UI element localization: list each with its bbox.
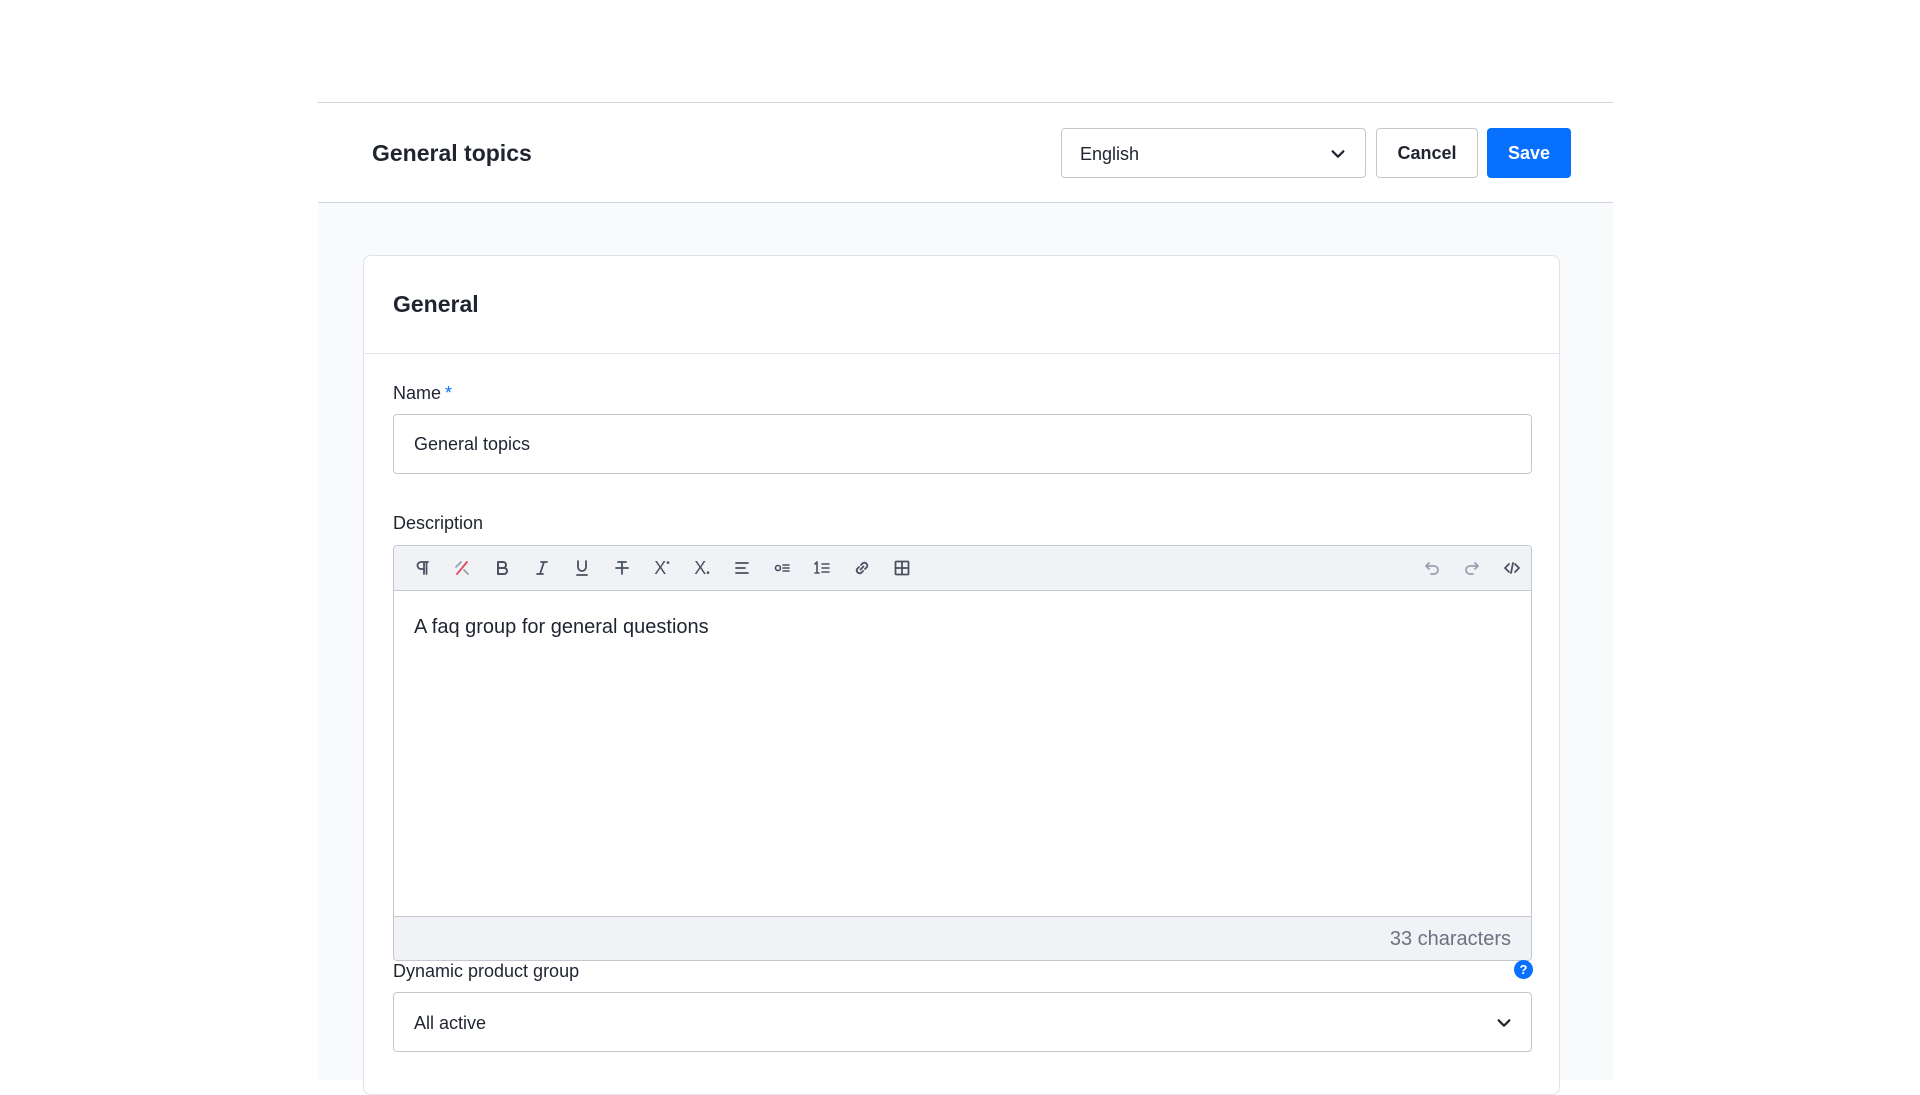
redo-button[interactable]: [1459, 555, 1485, 581]
dynamic-group-label: Dynamic product group: [393, 961, 580, 981]
strikethrough-button[interactable]: [609, 555, 635, 581]
paragraph-button[interactable]: [409, 555, 435, 581]
editor-content[interactable]: A faq group for general questions: [414, 616, 709, 639]
numbered-list-icon: [814, 561, 830, 574]
page-header: General topics English Cancel Save: [318, 103, 1613, 203]
name-label: Name *: [393, 383, 452, 404]
undo-icon: [1425, 562, 1439, 575]
bullet-list-button[interactable]: [769, 555, 795, 581]
link-button[interactable]: [849, 555, 875, 581]
character-count: 33 characters: [1389, 928, 1511, 950]
align-icon: [735, 562, 749, 574]
table-button[interactable]: [889, 555, 915, 581]
name-input[interactable]: [393, 414, 1532, 474]
redo-icon: [1465, 562, 1479, 575]
code-view-button[interactable]: [1499, 555, 1525, 581]
subscript-button[interactable]: X •: [689, 555, 715, 581]
clear-format-icon: [455, 561, 469, 575]
strikethrough-icon: [615, 561, 629, 575]
italic-icon: [536, 561, 548, 575]
name-label-text: Name: [393, 383, 442, 403]
cancel-button[interactable]: Cancel: [1376, 128, 1478, 178]
underline-icon: [576, 560, 588, 576]
card-divider: [364, 353, 1559, 354]
superscript-button[interactable]: X •: [649, 555, 675, 581]
undo-button[interactable]: [1419, 555, 1445, 581]
dynamic-group-select[interactable]: All active: [393, 992, 1532, 1052]
save-button[interactable]: Save: [1487, 128, 1571, 178]
align-button[interactable]: [729, 555, 755, 581]
chevron-down-icon: [1331, 150, 1345, 158]
numbered-list-button[interactable]: [809, 555, 835, 581]
dynamic-group-value: All active: [414, 1013, 487, 1033]
description-editor: X • X • A faq group for general question…: [393, 545, 1532, 961]
clear-format-button[interactable]: [449, 555, 475, 581]
table-icon: [894, 560, 910, 576]
editor-footer: 33 characters: [394, 916, 1531, 960]
bullet-list-icon: [774, 564, 790, 572]
bold-icon: [497, 561, 508, 575]
bold-button[interactable]: [489, 555, 515, 581]
language-select[interactable]: English: [1061, 128, 1366, 178]
card-title: General: [393, 291, 479, 317]
italic-button[interactable]: [529, 555, 555, 581]
code-view-icon: [1504, 562, 1520, 574]
editor-toolbar: X • X •: [394, 546, 1531, 591]
paragraph-icon: [416, 561, 429, 575]
underline-button[interactable]: [569, 555, 595, 581]
language-select-value: English: [1080, 144, 1140, 164]
required-mark: *: [445, 383, 453, 403]
chevron-down-icon: [1497, 1019, 1511, 1027]
superscript-icon: X: [654, 557, 667, 578]
subscript-icon: X: [694, 557, 707, 578]
help-icon[interactable]: ?: [1514, 960, 1533, 979]
general-card: General Name* Description: [363, 255, 1560, 1095]
page-title: General topics: [372, 140, 532, 166]
link-icon: [855, 561, 869, 575]
page-container: General topics English Cancel Save Gener…: [318, 102, 1613, 1095]
description-label: Description: [393, 513, 484, 533]
